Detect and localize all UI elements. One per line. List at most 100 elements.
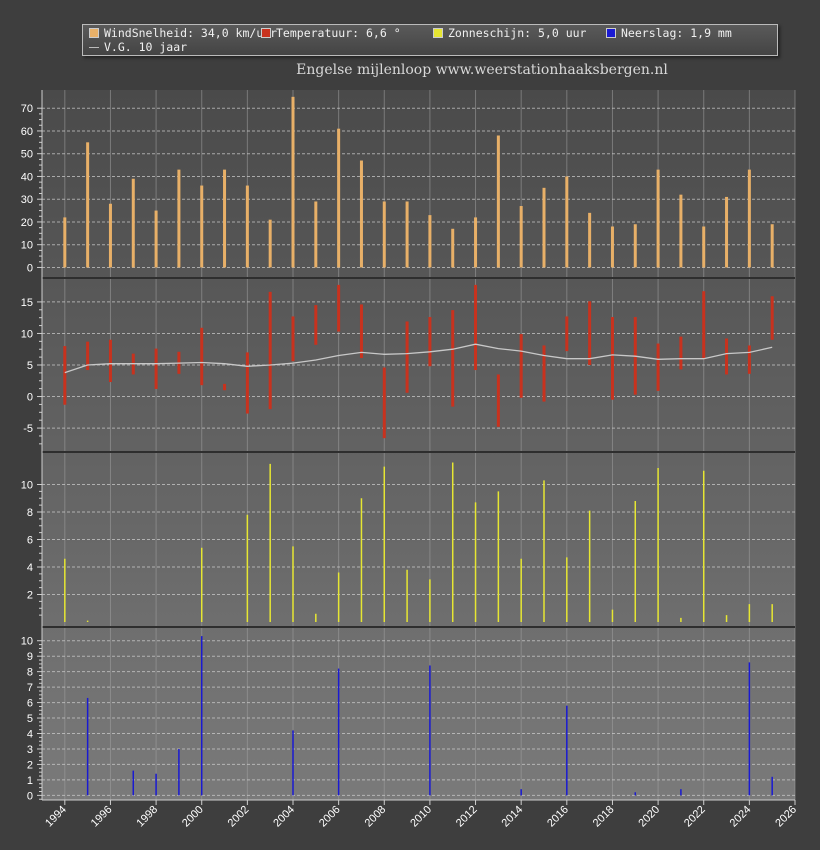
wind-swatch bbox=[89, 28, 99, 38]
temp-y-tick-label: 15 bbox=[21, 297, 33, 309]
sun-bar bbox=[725, 615, 728, 622]
temp-range-bar bbox=[223, 383, 227, 391]
sun-bar bbox=[246, 514, 249, 622]
sun-bar bbox=[634, 501, 637, 622]
legend-item-wind: WindSnelheid: 34,0 km/uur bbox=[89, 26, 277, 40]
x-tick-label: 2014 bbox=[500, 804, 526, 830]
legend-item-temp: Temperatuur: 6,6 ° bbox=[261, 26, 401, 40]
rain-y-tick-label: 7 bbox=[27, 682, 33, 694]
wind-bar bbox=[496, 135, 500, 268]
wind-bar bbox=[314, 201, 318, 268]
sun-bar bbox=[748, 604, 751, 622]
temp-swatch bbox=[261, 28, 271, 38]
rain-y-tick-label: 3 bbox=[27, 744, 33, 756]
temp-range-bar bbox=[200, 327, 204, 386]
x-tick-label: 2004 bbox=[271, 804, 297, 830]
temp-range-bar bbox=[291, 316, 295, 362]
x-tick-label: 2016 bbox=[545, 804, 571, 830]
temp-range-bar bbox=[770, 296, 774, 340]
sun-bar bbox=[383, 466, 386, 622]
wind-y-tick-label: 20 bbox=[21, 217, 33, 229]
sun-bar bbox=[657, 468, 659, 622]
temp-range-bar bbox=[702, 291, 706, 360]
sun-bar bbox=[520, 558, 522, 622]
sun-bar bbox=[292, 546, 294, 622]
wind-bar bbox=[382, 201, 386, 268]
temp-y-tick-label: 5 bbox=[27, 360, 33, 372]
weather-chart: 1994 1996 1998 2000 2002 2004 2006 2008 2010 2012… bbox=[21, 90, 799, 830]
rain-y-tick-label: 10 bbox=[21, 636, 33, 648]
wind-bar bbox=[588, 212, 592, 268]
wind-y-tick-label: 0 bbox=[27, 262, 33, 274]
wind-bar bbox=[519, 206, 523, 268]
avg-line-swatch bbox=[89, 47, 99, 48]
sun-bar bbox=[702, 470, 705, 622]
sun-bar bbox=[497, 491, 500, 622]
sun-bar bbox=[86, 620, 89, 622]
rain-bar bbox=[748, 662, 751, 796]
sun-bar bbox=[269, 463, 271, 622]
sun-bar bbox=[429, 579, 431, 622]
wind-bar bbox=[542, 187, 546, 268]
sun-bar bbox=[566, 557, 568, 622]
wind-bar bbox=[428, 215, 432, 268]
wind-bar bbox=[679, 194, 683, 268]
x-tick-label: 2010 bbox=[408, 804, 434, 830]
wind-bar bbox=[565, 176, 569, 268]
wind-bar bbox=[131, 178, 135, 268]
sun-bar bbox=[315, 613, 317, 622]
x-tick-label: 2006 bbox=[317, 804, 343, 830]
x-tick-label: 2018 bbox=[591, 804, 617, 830]
rain-bar bbox=[634, 792, 637, 796]
temp-y-tick-label: 0 bbox=[27, 392, 33, 404]
sun-bar bbox=[474, 502, 477, 622]
rain-bar bbox=[292, 730, 294, 796]
wind-bar bbox=[747, 169, 751, 268]
wind-bar bbox=[656, 169, 660, 268]
rain-y-tick-label: 9 bbox=[27, 651, 33, 663]
sun-bar bbox=[680, 617, 682, 622]
temp-range-bar bbox=[108, 339, 112, 383]
temp-range-bar bbox=[337, 284, 341, 332]
x-tick-label: 2024 bbox=[728, 804, 754, 830]
wind-bar bbox=[359, 160, 363, 268]
rain-bar bbox=[178, 748, 180, 796]
x-tick-label: 2020 bbox=[636, 804, 662, 830]
temp-range-bar bbox=[588, 301, 592, 365]
temp-range-bar bbox=[496, 374, 500, 427]
rain-bar bbox=[566, 705, 568, 796]
sun-bar bbox=[771, 604, 773, 622]
wind-bar bbox=[610, 226, 614, 268]
wind-bar bbox=[725, 196, 729, 268]
temp-range-bar bbox=[63, 346, 67, 405]
wind-bar bbox=[337, 128, 341, 268]
wind-y-tick-label: 30 bbox=[21, 194, 33, 206]
sun-bar bbox=[200, 547, 203, 622]
wind-bar bbox=[268, 219, 272, 268]
temp-y-tick-label: -5 bbox=[23, 423, 33, 435]
temp-range-bar bbox=[679, 336, 683, 370]
temp-range-bar bbox=[405, 321, 409, 393]
rain-y-tick-label: 4 bbox=[27, 729, 33, 741]
x-tick-label: 1996 bbox=[89, 804, 115, 830]
temp-range-bar bbox=[610, 317, 614, 400]
temp-range-bar bbox=[314, 305, 318, 345]
rain-y-tick-label: 0 bbox=[27, 790, 33, 802]
temp-range-bar bbox=[245, 352, 249, 414]
x-tick-label: 2012 bbox=[454, 804, 480, 830]
legend-label-avg: V.G. 10 jaar bbox=[104, 40, 188, 54]
sun-y-tick-label: 6 bbox=[27, 535, 33, 547]
rain-swatch bbox=[606, 28, 616, 38]
wind-bar bbox=[154, 210, 158, 268]
temp-range-bar bbox=[565, 316, 569, 352]
temp-range-bar bbox=[428, 317, 432, 367]
temp-range-bar bbox=[747, 345, 751, 374]
x-tick-label: 1998 bbox=[134, 804, 160, 830]
temp-range-bar bbox=[359, 304, 363, 359]
sun-bar bbox=[337, 572, 340, 622]
temp-range-bar bbox=[542, 345, 546, 402]
temp-y-tick-label: 10 bbox=[21, 328, 33, 340]
x-tick-label: 2008 bbox=[363, 804, 389, 830]
wind-y-tick-label: 60 bbox=[21, 126, 33, 138]
wind-bar bbox=[633, 224, 637, 268]
